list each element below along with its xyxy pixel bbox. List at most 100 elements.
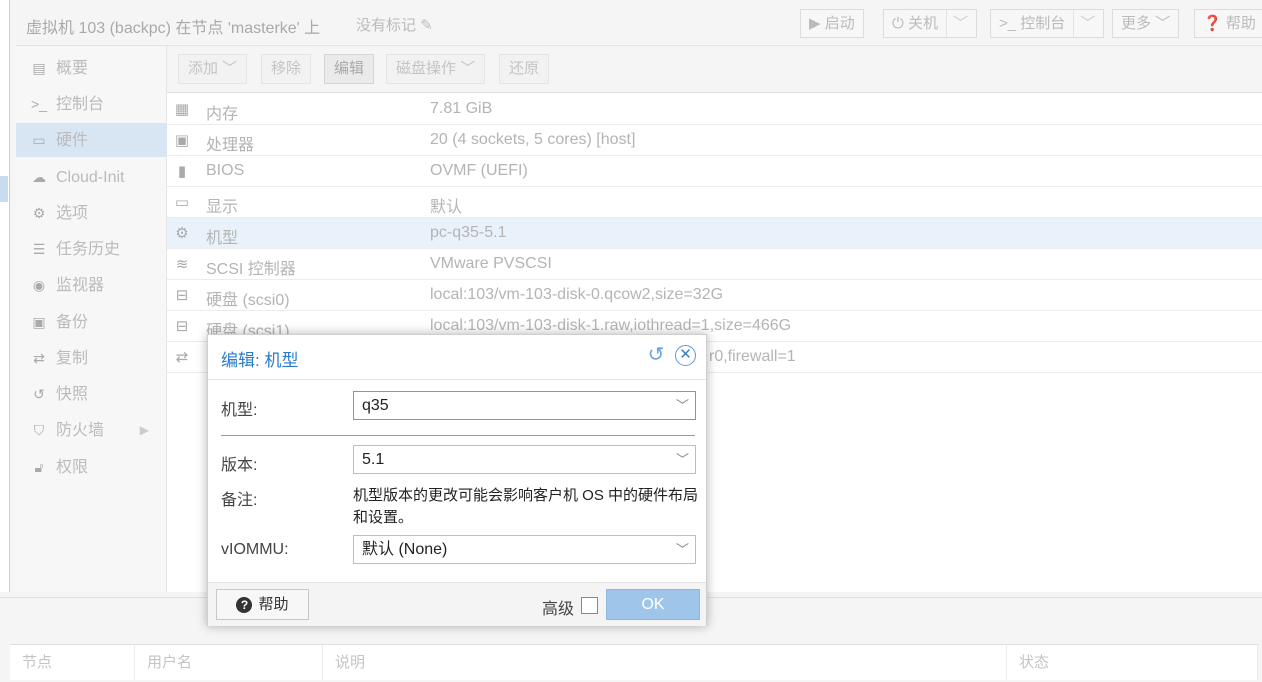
- tags-editor[interactable]: 没有标记 ✎: [356, 14, 433, 35]
- hardware-key: 硬盘 (scsi0): [206, 292, 290, 309]
- close-icon[interactable]: ✕: [675, 345, 696, 366]
- column-node[interactable]: 节点: [10, 645, 135, 681]
- cloud-icon: ☁: [32, 169, 46, 185]
- resource-tree-selection[interactable]: [0, 176, 8, 202]
- table-row[interactable]: ≋ SCSI 控制器 VMware PVSCSI: [167, 249, 1262, 280]
- history-icon: ↺: [33, 386, 45, 402]
- hardware-key: SCSI 控制器: [206, 261, 296, 278]
- table-row[interactable]: ▣ 处理器 20 (4 sockets, 5 cores) [host]: [167, 125, 1262, 156]
- reset-icon[interactable]: ↺: [645, 344, 667, 366]
- hdd-icon: ⊟: [175, 318, 189, 335]
- revert-button[interactable]: 还原: [499, 54, 550, 84]
- hardware-value: local:103/vm-103-disk-0.qcow2,size=32G: [430, 286, 724, 303]
- sidebar-item-monitor[interactable]: ◉ 监视器: [16, 268, 167, 302]
- hardware-value: 20 (4 sockets, 5 cores) [host]: [430, 131, 636, 148]
- hardware-value: local:103/vm-103-disk-1.raw,iothread=1,s…: [430, 317, 792, 334]
- table-row[interactable]: ▦ 内存 7.81 GiB: [167, 94, 1262, 125]
- remove-button[interactable]: 移除: [261, 54, 312, 84]
- version-select[interactable]: 5.1 ﹀: [353, 445, 696, 474]
- start-label: 启动: [824, 15, 855, 32]
- hardware-key: 显示: [206, 199, 239, 216]
- column-user[interactable]: 用户名: [135, 645, 323, 681]
- book-icon: ▤: [32, 60, 46, 76]
- column-description[interactable]: 说明: [323, 645, 1007, 681]
- console-button[interactable]: >_ 控制台 ﹀: [990, 9, 1105, 38]
- desktop-icon: ▭: [32, 132, 46, 148]
- dialog-title: 编辑: 机型: [221, 351, 299, 370]
- sidebar-item-cloud-init[interactable]: ☁ Cloud-Init: [16, 160, 167, 194]
- dialog-help-button[interactable]: ? 帮助: [216, 589, 309, 620]
- cogs-icon: ⚙: [175, 225, 189, 242]
- version-value: 5.1: [362, 451, 385, 468]
- table-row[interactable]: ▭ 显示 默认: [167, 187, 1262, 218]
- column-label: 节点: [22, 654, 53, 671]
- edit-button[interactable]: 编辑: [324, 54, 375, 84]
- viommu-label: vIOMMU:: [221, 541, 289, 558]
- eye-icon: ◉: [32, 277, 46, 293]
- shutdown-button[interactable]: ⏻ 关机 ﹀: [883, 9, 978, 38]
- sidebar-item-label: 监视器: [56, 277, 105, 294]
- column-label: 用户名: [147, 654, 193, 671]
- sidebar-item-label: 快照: [56, 386, 89, 403]
- sidebar-item-snapshots[interactable]: ↺ 快照: [16, 377, 167, 411]
- console-label: 控制台: [1020, 15, 1066, 32]
- sidebar-item-summary[interactable]: ▤ 概要: [16, 51, 167, 85]
- version-label: 版本:: [221, 457, 258, 474]
- resource-tree-strip: [0, 0, 10, 592]
- unlock-icon: 🔓︎: [34, 459, 44, 475]
- retweet-icon: ⇄: [33, 350, 45, 366]
- hdd-icon: ⊟: [175, 287, 189, 304]
- ok-button[interactable]: OK: [606, 589, 700, 620]
- sidebar-item-options[interactable]: ⚙ 选项: [16, 196, 167, 230]
- more-label: 更多: [1121, 15, 1152, 32]
- advanced-checkbox[interactable]: [581, 597, 598, 614]
- sidebar-item-label: 任务历史: [56, 241, 121, 258]
- sidebar-item-hardware[interactable]: ▭ 硬件: [16, 123, 167, 157]
- column-status[interactable]: 状态: [1007, 645, 1258, 681]
- help-button[interactable]: ❓ 帮助: [1194, 9, 1262, 38]
- sidebar-item-replication[interactable]: ⇄ 复制: [16, 341, 167, 375]
- chevron-down-icon[interactable]: ﹀: [676, 392, 689, 419]
- disk-action-button[interactable]: 磁盘操作 ﹀: [386, 54, 486, 84]
- chevron-down-icon[interactable]: ﹀: [676, 536, 689, 563]
- hardware-value: OVMF (UEFI): [430, 162, 528, 179]
- chevron-down-icon[interactable]: ﹀: [676, 446, 689, 473]
- viommu-select[interactable]: 默认 (None) ﹀: [353, 535, 696, 564]
- cpu-icon: ▣: [174, 132, 190, 149]
- hardware-key: BIOS: [206, 162, 245, 179]
- divider: [221, 435, 695, 436]
- sidebar-item-label: 控制台: [56, 96, 105, 113]
- pencil-icon: ✎: [420, 17, 433, 34]
- start-button[interactable]: ▶ 启动: [800, 9, 864, 38]
- question-icon: ❓: [1203, 15, 1222, 32]
- column-label: 说明: [335, 654, 366, 671]
- more-button[interactable]: 更多 ﹀: [1112, 9, 1180, 38]
- power-icon: ⏻: [892, 15, 904, 32]
- table-row[interactable]: ▮ BIOS OVMF (UEFI): [167, 156, 1262, 187]
- vm-header: 虚拟机 103 (backpc) 在节点 'masterke' 上 没有标记 ✎…: [16, 0, 1262, 46]
- table-row[interactable]: ⚙ 机型 pc-q35-5.1: [167, 218, 1262, 249]
- shutdown-label: 关机: [908, 15, 939, 32]
- floppy-icon: ▣: [32, 314, 46, 330]
- hardware-key: 机型: [206, 230, 239, 247]
- hardware-value: pc-q35-5.1: [430, 224, 507, 241]
- list-icon: ☰: [32, 241, 46, 257]
- sidebar-item-firewall[interactable]: ⛉ 防火墙 ▶: [16, 413, 167, 447]
- chevron-down-icon[interactable]: ﹀: [1073, 10, 1095, 37]
- machine-select[interactable]: q35 ﹀: [353, 391, 696, 420]
- terminal-icon: >_: [999, 15, 1017, 32]
- sidebar-item-task-history[interactable]: ☰ 任务历史: [16, 232, 167, 266]
- chevron-down-icon[interactable]: ﹀: [946, 10, 968, 37]
- sidebar-item-backup[interactable]: ▣ 备份: [16, 305, 167, 339]
- sidebar-item-label: Cloud-Init: [56, 169, 125, 186]
- hardware-value: 7.81 GiB: [430, 100, 493, 117]
- sidebar-item-permissions[interactable]: 🔓︎ 权限: [16, 450, 167, 484]
- chip-icon: ▮: [177, 163, 187, 180]
- add-button[interactable]: 添加 ﹀: [178, 54, 248, 84]
- caret-right-icon: ▶: [139, 423, 149, 437]
- sidebar-item-label: 概要: [56, 60, 89, 77]
- disk-action-label: 磁盘操作: [396, 60, 457, 77]
- chevron-down-icon: ﹀: [1155, 15, 1171, 32]
- sidebar-item-console[interactable]: >_ 控制台: [16, 87, 167, 121]
- table-row[interactable]: ⊟ 硬盘 (scsi0) local:103/vm-103-disk-0.qcow2…: [167, 280, 1262, 311]
